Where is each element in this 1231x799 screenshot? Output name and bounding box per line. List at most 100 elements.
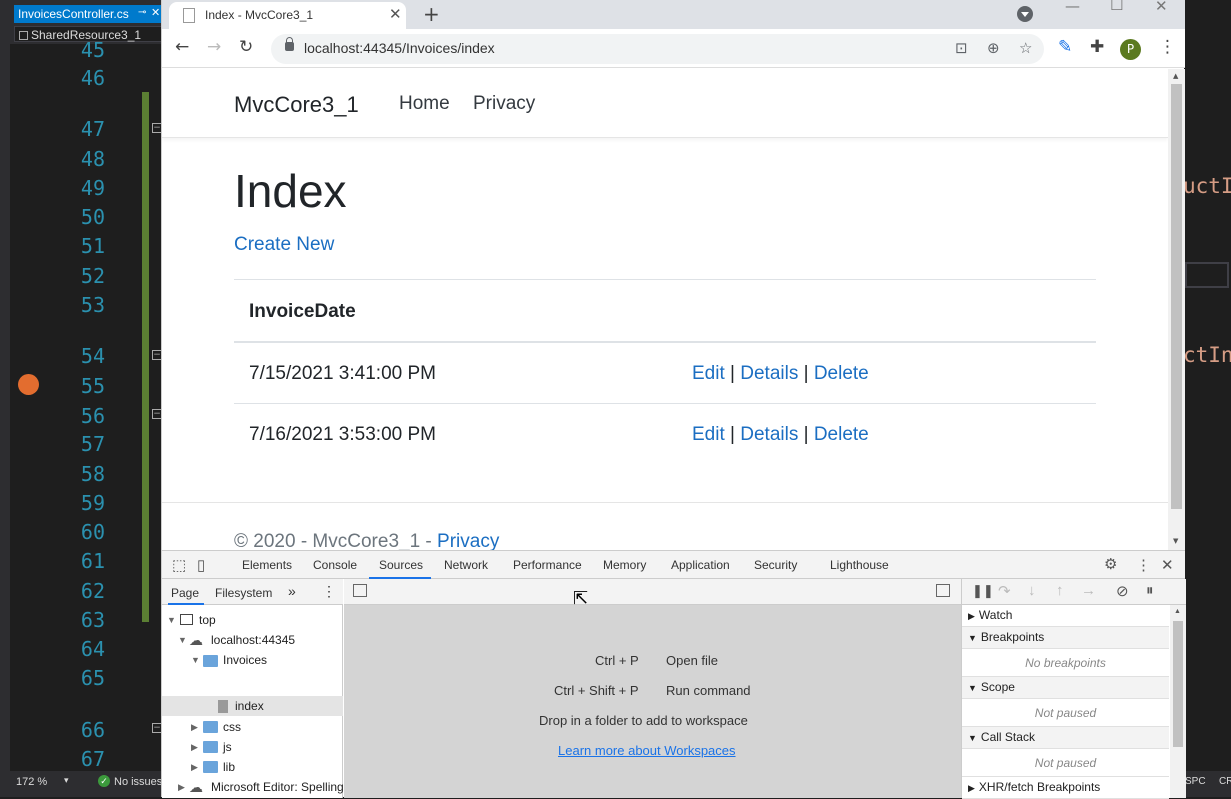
maximize-icon[interactable]: ☐ (1110, 0, 1123, 14)
browser-tab[interactable]: Index - MvcCore3_1 ✕ (169, 2, 406, 29)
line-number: 63 (80, 608, 105, 632)
step-out-icon[interactable]: ↑ (1056, 582, 1064, 599)
section-breakpoints[interactable]: ▼ Breakpoints (962, 627, 1169, 649)
tree-item-js[interactable]: js (223, 740, 232, 754)
tab-application[interactable]: Application (671, 558, 730, 572)
details-link[interactable]: Details (740, 363, 798, 384)
settings-gear-icon[interactable]: ⚙ (1104, 555, 1117, 573)
scrollbar-thumb[interactable] (1171, 84, 1182, 509)
new-tab-button[interactable]: + (423, 2, 440, 26)
section-watch[interactable]: ▶ Watch (962, 605, 1169, 627)
create-new-link[interactable]: Create New (234, 234, 334, 256)
expanded-arrow-icon[interactable]: ▼ (167, 615, 176, 625)
file-icon (218, 700, 228, 713)
pin-icon[interactable]: ⊸ (138, 7, 146, 18)
vs-tab-invoices-controller[interactable]: InvoicesController.cs ⊸ ✕ (14, 5, 162, 23)
tab-console[interactable]: Console (313, 558, 357, 572)
device-toolbar-icon[interactable]: ▯ (197, 556, 205, 574)
pause-icon[interactable]: ❚❚ (972, 583, 994, 599)
toggle-debugger-icon[interactable] (936, 584, 950, 597)
tab-search-icon[interactable] (1017, 6, 1033, 22)
collapsed-arrow-icon[interactable]: ▶ (191, 762, 198, 773)
scroll-down-icon[interactable]: ▼ (1173, 537, 1178, 545)
delete-link[interactable]: Delete (814, 424, 869, 445)
page-scrollbar[interactable]: ▲ ▼ (1168, 69, 1185, 550)
details-link[interactable]: Details (740, 424, 798, 445)
learn-workspaces-link[interactable]: Learn more about Workspaces (558, 743, 736, 758)
zoom-level[interactable]: 172 % (16, 776, 47, 788)
reload-icon[interactable]: ↻ (239, 37, 253, 57)
more-tabs-icon[interactable]: » (288, 583, 296, 599)
edit-link[interactable]: Edit (692, 424, 725, 445)
scrollbar-thumb[interactable] (1173, 621, 1183, 747)
toggle-navigator-icon[interactable] (353, 584, 367, 597)
nav-link-privacy[interactable]: Privacy (473, 93, 535, 115)
section-label: Scope (980, 680, 1015, 694)
scroll-up-icon[interactable]: ▲ (1174, 608, 1181, 615)
lock-icon[interactable] (285, 37, 294, 51)
step-over-icon[interactable]: ↷ (998, 582, 1011, 600)
site-brand[interactable]: MvcCore3_1 (234, 92, 359, 118)
expanded-arrow-icon[interactable]: ▼ (191, 655, 200, 665)
minimize-icon[interactable]: — (1065, 0, 1080, 15)
vs-status-right: SPC CR (1185, 771, 1231, 797)
collapsed-arrow-icon: ▶ (968, 611, 975, 621)
delete-link[interactable]: Delete (814, 363, 869, 384)
step-icon[interactable]: → (1081, 582, 1096, 599)
sidebar-scrollbar[interactable]: ▲ (1170, 605, 1186, 798)
tree-item-css[interactable]: css (223, 720, 241, 734)
back-icon[interactable]: ← (175, 37, 189, 57)
menu-kebab-icon[interactable]: ⋮ (1159, 37, 1176, 57)
section-scope[interactable]: ▼ Scope (962, 677, 1169, 699)
breakpoint-icon[interactable] (18, 374, 39, 395)
extensions-puzzle-icon[interactable]: ✚ (1090, 37, 1104, 57)
tab-sources[interactable]: Sources (379, 558, 423, 572)
devtools-close-icon[interactable]: ✕ (1161, 556, 1174, 574)
navigator-menu-icon[interactable]: ⋮ (322, 583, 336, 600)
tab-performance[interactable]: Performance (513, 558, 582, 572)
close-icon[interactable]: ✕ (389, 5, 402, 23)
devtools-menu-icon[interactable]: ⋮ (1136, 556, 1151, 574)
line-number: 58 (80, 462, 105, 486)
tree-item-lib[interactable]: lib (223, 760, 235, 774)
tab-filesystem[interactable]: Filesystem (215, 586, 272, 600)
tab-elements[interactable]: Elements (242, 558, 292, 572)
bookmark-star-icon[interactable]: ☆ (1019, 39, 1032, 57)
window-close-icon[interactable]: ✕ (1155, 0, 1168, 15)
chevron-down-icon[interactable]: ▾ (64, 775, 69, 786)
tab-security[interactable]: Security (754, 558, 797, 572)
collapsed-arrow-icon[interactable]: ▶ (191, 722, 198, 733)
collapsed-arrow-icon[interactable]: ▶ (178, 782, 185, 793)
translate-icon[interactable]: ⊡ (955, 39, 968, 57)
collapsed-arrow-icon[interactable]: ▶ (191, 742, 198, 753)
tree-item-top[interactable]: top (199, 613, 216, 627)
issues-status[interactable]: No issues (114, 776, 162, 788)
scroll-up-icon[interactable]: ▲ (1173, 72, 1178, 80)
forward-icon[interactable]: → (207, 37, 221, 57)
section-xhr-breakpoints[interactable]: ▶ XHR/fetch Breakpoints (962, 777, 1169, 799)
address-bar[interactable]: localhost:44345/Invoices/index ⊡ ⊕ ☆ (271, 34, 1044, 64)
cloud-icon: ☁ (189, 632, 203, 648)
tab-network[interactable]: Network (444, 558, 488, 572)
pause-on-exceptions-icon[interactable]: ⏸ (1146, 582, 1154, 599)
tree-item-invoices[interactable]: Invoices (223, 653, 267, 667)
edit-link[interactable]: Edit (692, 363, 725, 384)
tab-page[interactable]: Page (171, 586, 199, 600)
footer-privacy-link[interactable]: Privacy (437, 531, 499, 550)
zoom-icon[interactable]: ⊕ (987, 39, 1000, 57)
inspect-element-icon[interactable]: ⬚ (172, 556, 186, 574)
avatar[interactable]: P (1120, 39, 1141, 60)
extension-pen-icon[interactable]: ✎ (1058, 37, 1072, 57)
tree-item-origin[interactable]: localhost:44345 (211, 633, 295, 647)
line-number: 45 (80, 38, 105, 62)
tree-item-index[interactable]: index (235, 699, 264, 713)
section-call-stack[interactable]: ▼ Call Stack (962, 727, 1169, 749)
step-into-icon[interactable]: ↓ (1028, 582, 1036, 599)
close-icon[interactable]: ✕ (151, 6, 160, 19)
tree-item-extension[interactable]: Microsoft Editor: Spelling (211, 780, 344, 794)
nav-link-home[interactable]: Home (399, 93, 450, 115)
tab-memory[interactable]: Memory (603, 558, 646, 572)
deactivate-breakpoints-icon[interactable]: ⊘ (1116, 582, 1129, 600)
expanded-arrow-icon[interactable]: ▼ (178, 635, 187, 645)
tab-lighthouse[interactable]: Lighthouse (830, 558, 889, 572)
